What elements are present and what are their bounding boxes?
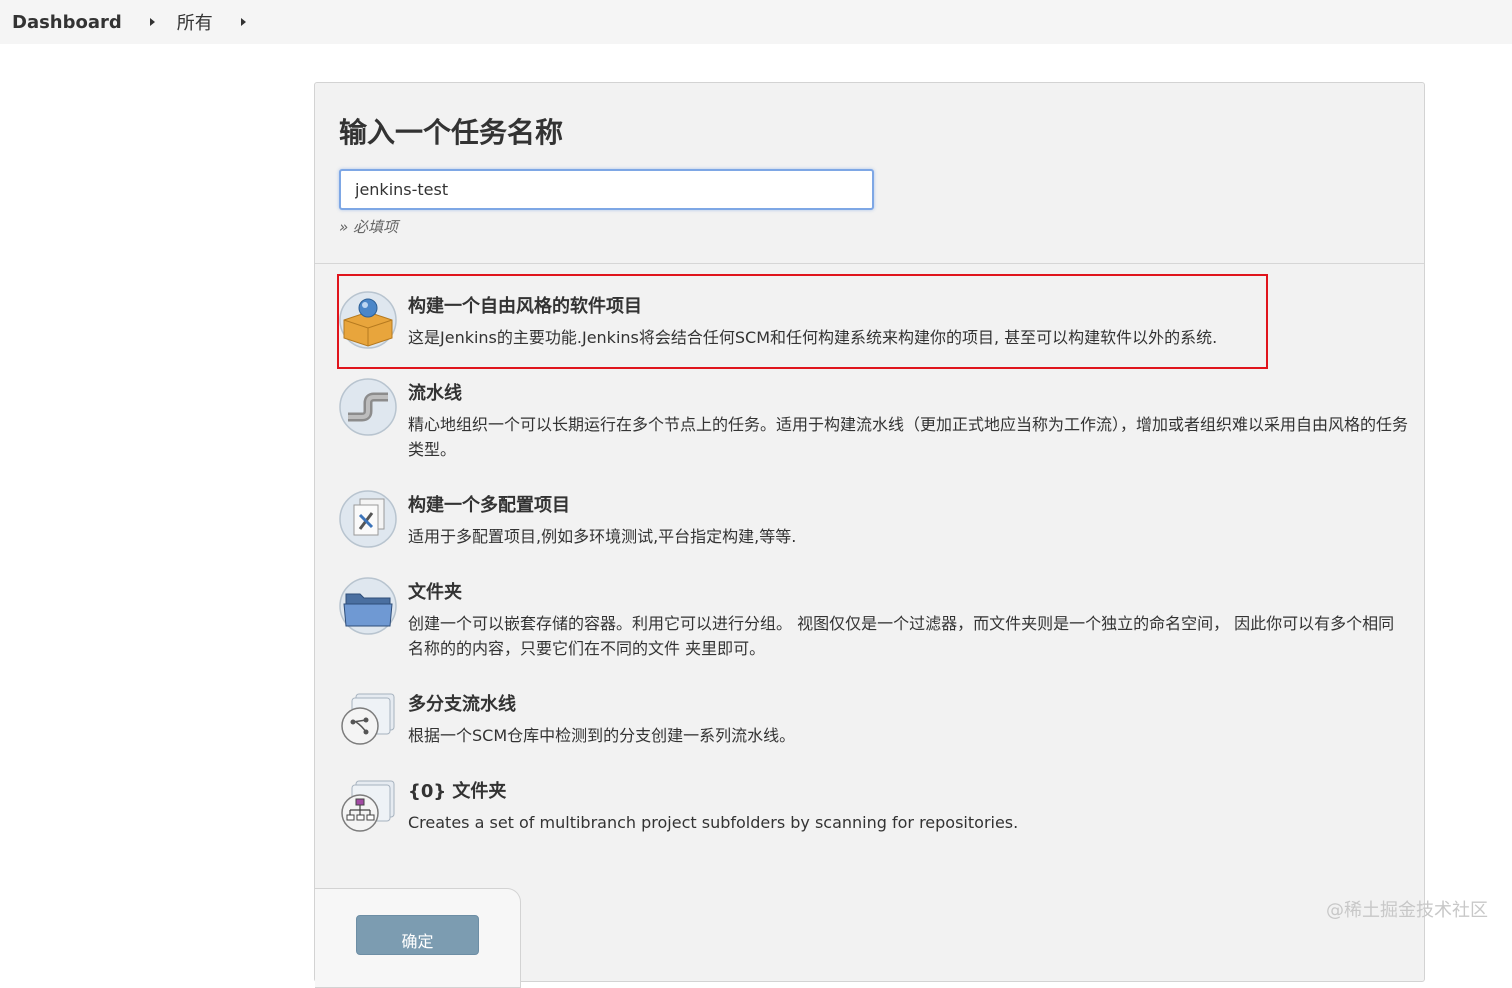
folder-icon bbox=[339, 577, 397, 635]
item-description: Creates a set of multibranch project sub… bbox=[408, 813, 1019, 832]
organization-folder-icon bbox=[341, 780, 395, 832]
item-description: 适用于多配置项目,例如多环境测试,平台指定构建,等等. bbox=[408, 527, 797, 546]
item-name-section: 输入一个任务名称 » 必填项 bbox=[315, 83, 1424, 264]
pipeline-icon bbox=[339, 378, 397, 436]
multi-config-project-icon bbox=[339, 490, 397, 548]
selection-highlight bbox=[337, 274, 1268, 369]
breadcrumb: Dashboard 所有 bbox=[0, 0, 1512, 44]
watermark: @稀土掘金技术社区 bbox=[1326, 900, 1488, 921]
item-title: 构建一个多配置项目 bbox=[408, 495, 570, 516]
item-type-folder[interactable]: 文件夹 创建一个可以嵌套存储的容器。利用它可以进行分组。 视图仅仅是一个过滤器，… bbox=[338, 576, 1408, 661]
item-description: 创建一个可以嵌套存储的容器。利用它可以进行分组。 视图仅仅是一个过滤器，而文件夹… bbox=[408, 614, 1395, 658]
breadcrumb-chevron-icon[interactable] bbox=[149, 18, 155, 26]
breadcrumb-all-link[interactable]: 所有 bbox=[177, 9, 213, 35]
item-type-multi-config[interactable]: 构建一个多配置项目 适用于多配置项目,例如多环境测试,平台指定构建,等等. bbox=[338, 489, 1408, 549]
new-item-panel: 输入一个任务名称 » 必填项 构建一个自由风格的软件项目 这是Jenkins的主… bbox=[314, 82, 1425, 988]
page-title: 输入一个任务名称 bbox=[339, 116, 564, 149]
item-description: 根据一个SCM仓库中检测到的分支创建一系列流水线。 bbox=[408, 726, 796, 745]
item-type-multibranch-pipeline[interactable]: 多分支流水线 根据一个SCM仓库中检测到的分支创建一系列流水线。 bbox=[338, 688, 1408, 748]
ok-button[interactable]: 确定 bbox=[356, 915, 479, 955]
item-type-organization-folder[interactable]: {0} 文件夹 Creates a set of multibranch pro… bbox=[338, 775, 1408, 835]
footer-bar: 确定 bbox=[315, 888, 521, 988]
item-title: 多分支流水线 bbox=[408, 694, 516, 715]
breadcrumb-chevron-icon[interactable] bbox=[240, 18, 246, 26]
item-type-pipeline[interactable]: 流水线 精心地组织一个可以长期运行在多个节点上的任务。适用于构建流水线（更加正式… bbox=[338, 377, 1408, 462]
breadcrumb-dashboard-link[interactable]: Dashboard bbox=[12, 12, 122, 33]
item-title: 流水线 bbox=[408, 383, 462, 404]
item-title: 文件夹 bbox=[408, 582, 462, 603]
item-name-input[interactable] bbox=[339, 169, 874, 210]
multibranch-pipeline-icon bbox=[341, 693, 395, 745]
required-hint: » 必填项 bbox=[339, 218, 399, 236]
item-description: 精心地组织一个可以长期运行在多个节点上的任务。适用于构建流水线（更加正式地应当称… bbox=[408, 415, 1409, 459]
item-title: {0} 文件夹 bbox=[408, 781, 507, 802]
